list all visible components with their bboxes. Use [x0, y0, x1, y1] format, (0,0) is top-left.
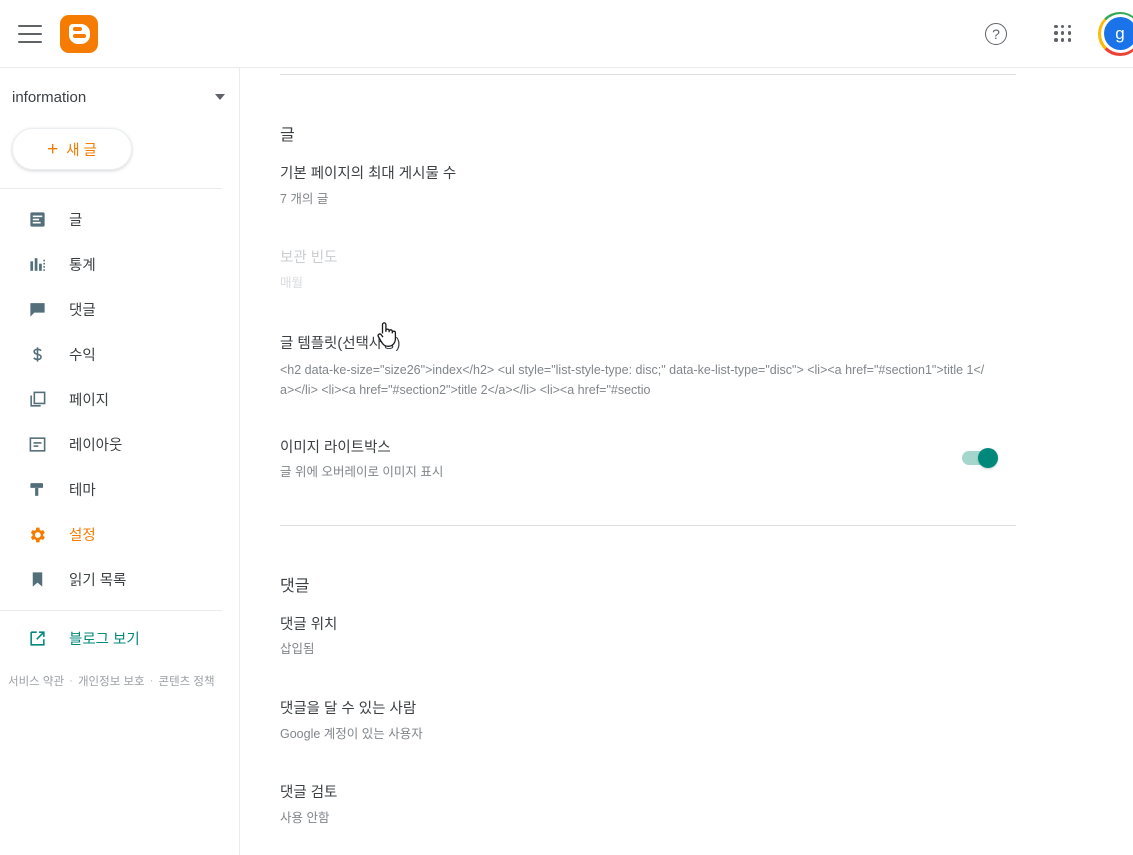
setting-value-code: <h2 data-ke-size="size26">index</h2> <ul…	[280, 360, 985, 401]
comments-bubble-icon	[26, 299, 48, 321]
setting-value: 7 개의 글	[280, 190, 1133, 209]
blogger-logo[interactable]	[60, 15, 98, 53]
setting-value: 매월	[280, 274, 1133, 293]
chevron-down-icon	[215, 94, 225, 100]
sidebar-item-comments[interactable]: 댓글	[0, 287, 239, 332]
row-gap	[280, 662, 1133, 686]
sidebar-item-layout[interactable]: 레이아웃	[0, 422, 239, 467]
footer-link-terms[interactable]: 서비스 약관	[8, 673, 64, 689]
setting-value: 글 위에 오버레이로 이미지 표시	[280, 463, 443, 482]
setting-value: 삽입됨	[280, 640, 1133, 659]
settings-gear-icon	[26, 524, 48, 546]
setting-row-image-lightbox[interactable]: 이미지 라이트박스 글 위에 오버레이로 이미지 표시	[280, 425, 1016, 485]
setting-row-post-template[interactable]: 글 템플릿(선택사항) <h2 data-ke-size="size26">in…	[280, 321, 1133, 402]
setting-row-who-can-comment[interactable]: 댓글을 달 수 있는 사람 Google 계정이 있는 사용자	[280, 686, 1133, 746]
earnings-dollar-icon	[26, 344, 48, 366]
view-blog-label: 블로그 보기	[69, 628, 140, 649]
posts-icon	[26, 209, 48, 231]
footer-separator: ·	[69, 675, 73, 687]
settings-main-panel: 글 기본 페이지의 최대 게시물 수 7 개의 글 보관 빈도 매월 글 템플릿…	[240, 68, 1133, 855]
sidebar-item-label: 읽기 목록	[69, 569, 126, 590]
row-gap	[280, 295, 1133, 321]
section-divider	[280, 525, 1016, 526]
row-gap	[280, 830, 1133, 855]
avatar-letter: g	[1104, 17, 1133, 50]
sidebar-item-posts[interactable]: 글	[0, 197, 239, 242]
sidebar-item-stats[interactable]: 통계	[0, 242, 239, 287]
sidebar-item-label: 설정	[69, 524, 96, 545]
plus-icon: +	[47, 140, 58, 159]
stats-bar-chart-icon	[26, 254, 48, 276]
help-icon-label: ?	[992, 26, 1000, 42]
sidebar-item-label: 테마	[69, 479, 96, 500]
sidebar-footer-links: 서비스 약관 · 개인정보 보호 · 콘텐츠 정책	[0, 673, 239, 689]
apps-grid-icon[interactable]	[1054, 25, 1072, 43]
setting-label: 댓글 검토	[280, 783, 1133, 805]
reading-list-bookmark-icon	[26, 569, 48, 591]
blog-selector[interactable]: information	[0, 75, 239, 119]
setting-value: 사용 안함	[280, 809, 1133, 828]
new-post-label: 새 글	[66, 139, 97, 160]
sidebar-item-settings[interactable]: 설정	[0, 512, 239, 557]
setting-label: 기본 페이지의 최대 게시물 수	[280, 164, 1133, 186]
setting-row-comment-location[interactable]: 댓글 위치 삽입됨	[280, 602, 1133, 662]
sidebar-divider-bottom	[0, 610, 222, 611]
setting-row-max-posts[interactable]: 기본 페이지의 최대 게시물 수 7 개의 글	[280, 151, 1133, 211]
setting-row-text: 이미지 라이트박스 글 위에 오버레이로 이미지 표시	[280, 438, 443, 483]
theme-brush-icon	[26, 479, 48, 501]
setting-label: 댓글 위치	[280, 615, 1133, 637]
sidebar-item-label: 페이지	[69, 389, 109, 410]
toggle-knob	[978, 448, 998, 468]
section-gap	[280, 485, 1133, 525]
row-gap	[280, 403, 1133, 425]
settings-content: 글 기본 페이지의 최대 게시물 수 7 개의 글 보관 빈도 매월 글 템플릿…	[240, 74, 1133, 855]
row-gap	[280, 211, 1133, 235]
sidebar-item-label: 댓글	[69, 299, 96, 320]
footer-link-privacy[interactable]: 개인정보 보호	[78, 673, 145, 689]
sidebar-item-label: 글	[69, 209, 82, 230]
setting-label: 댓글을 달 수 있는 사람	[280, 699, 1133, 721]
setting-label: 이미지 라이트박스	[280, 438, 443, 460]
app-header: ? g	[0, 0, 1133, 68]
setting-label: 글 템플릿(선택사항)	[280, 334, 1133, 356]
blog-name: information	[12, 89, 86, 106]
layout-icon	[26, 434, 48, 456]
sidebar-item-earnings[interactable]: 수익	[0, 332, 239, 377]
footer-link-content-policy[interactable]: 콘텐츠 정책	[158, 673, 214, 689]
sidebar: information + 새 글 글 통계 댓글	[0, 68, 240, 855]
blogger-b-glyph	[69, 24, 90, 44]
sidebar-item-label: 레이아웃	[69, 434, 122, 455]
avatar[interactable]: g	[1098, 12, 1133, 56]
setting-row-archive-frequency: 보관 빈도 매월	[280, 235, 1133, 295]
sidebar-item-theme[interactable]: 테마	[0, 467, 239, 512]
sidebar-nav: 글 통계 댓글 수익 페이지	[0, 197, 239, 602]
sidebar-divider-top	[0, 188, 222, 189]
help-icon[interactable]: ?	[985, 23, 1007, 45]
view-blog-link[interactable]: 블로그 보기	[0, 615, 239, 661]
setting-label: 보관 빈도	[280, 248, 1133, 270]
new-post-button[interactable]: + 새 글	[12, 128, 132, 170]
setting-row-comment-moderation[interactable]: 댓글 검토 사용 안함	[280, 770, 1133, 830]
sidebar-item-reading-list[interactable]: 읽기 목록	[0, 557, 239, 602]
sidebar-item-label: 통계	[69, 254, 96, 275]
footer-separator: ·	[150, 675, 154, 687]
section-title-posts: 글	[280, 121, 1133, 145]
setting-value: Google 계정이 있는 사용자	[280, 725, 1133, 744]
open-in-new-icon	[26, 627, 48, 649]
pages-copy-icon	[26, 389, 48, 411]
row-gap	[280, 746, 1133, 770]
sidebar-item-pages[interactable]: 페이지	[0, 377, 239, 422]
sidebar-item-label: 수익	[69, 344, 96, 365]
section-title-comments: 댓글	[280, 572, 1133, 596]
hamburger-menu-icon[interactable]	[18, 25, 42, 43]
top-divider	[280, 74, 1016, 75]
image-lightbox-toggle[interactable]	[962, 451, 996, 465]
